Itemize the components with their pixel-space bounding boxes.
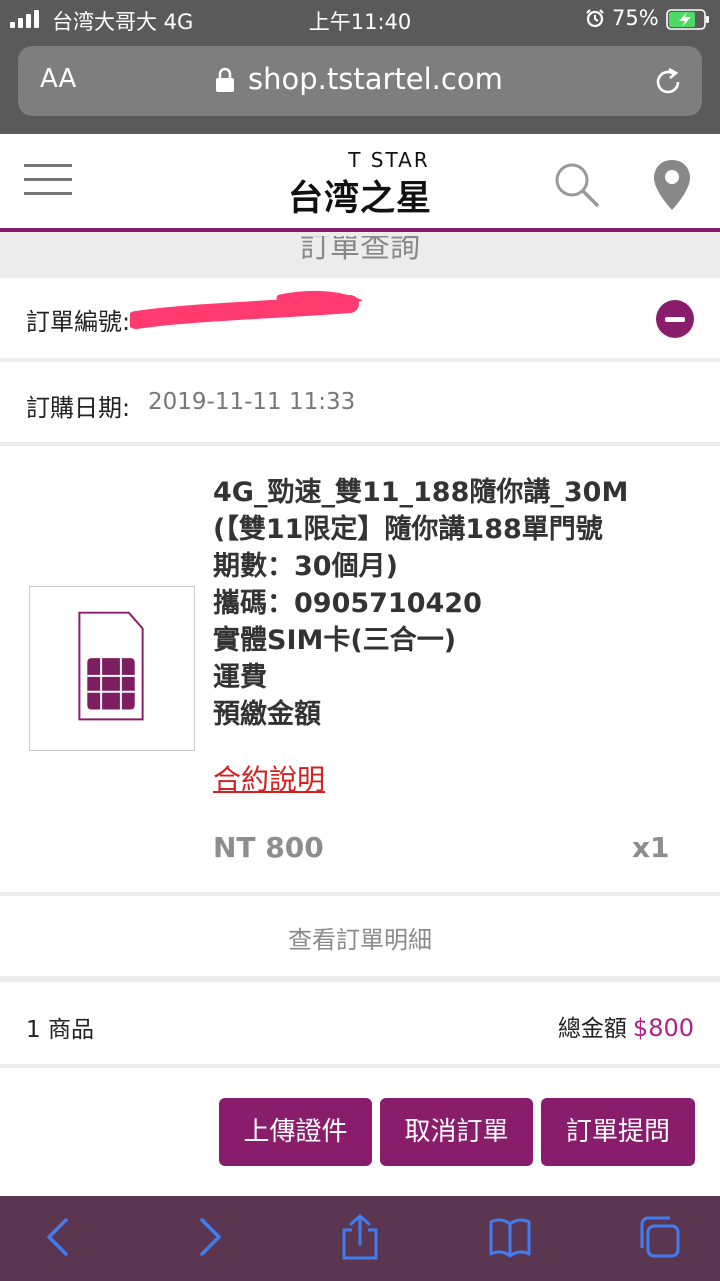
- text-size-button[interactable]: AA: [40, 64, 76, 94]
- tabs-icon[interactable]: [638, 1214, 682, 1260]
- order-date-label: 訂購日期:: [26, 394, 131, 422]
- order-date-value: 2019-11-11 11:33: [148, 389, 356, 415]
- lock-icon: [216, 67, 234, 92]
- product-description: 4G_勁速_雙11_188隨你講_30M (【雙11限定】隨你講188單門號 期…: [213, 474, 693, 733]
- cancel-order-button[interactable]: 取消訂單: [380, 1098, 533, 1166]
- order-actions: 上傳證件 取消訂單 訂單提問: [0, 1068, 720, 1196]
- product-image: [29, 586, 195, 751]
- battery-percent: 75%: [612, 6, 659, 30]
- contract-terms-link[interactable]: 合約說明: [213, 758, 325, 798]
- browser-address-area: AA shop.tstartel.com: [0, 40, 720, 134]
- product-price: NT 800: [213, 831, 324, 864]
- alarm-icon: [586, 9, 604, 28]
- url-text[interactable]: shop.tstartel.com: [248, 62, 503, 96]
- product-line: 4G_勁速_雙11_188隨你講_30M: [213, 477, 629, 508]
- upload-documents-button[interactable]: 上傳證件: [219, 1098, 372, 1166]
- site-header: T STAR 台湾之星: [0, 134, 720, 232]
- logo-en: T STAR: [348, 148, 430, 172]
- forward-icon[interactable]: [186, 1214, 230, 1260]
- product-quantity: x1: [632, 831, 670, 864]
- view-order-detail-row[interactable]: 查看訂單明細: [0, 896, 720, 976]
- page-title: 訂單查詢: [300, 236, 420, 265]
- total-amount: $800: [632, 1014, 694, 1042]
- bookmarks-icon[interactable]: [488, 1214, 532, 1260]
- logo-zh: 台湾之星: [287, 179, 432, 219]
- menu-icon[interactable]: [24, 164, 72, 200]
- order-number-label: 訂單編號:: [26, 308, 131, 336]
- reload-icon[interactable]: [652, 66, 684, 98]
- product-line: 期數：30個月): [213, 551, 398, 582]
- battery-charging-icon: [666, 9, 709, 30]
- order-date-row: 訂購日期: 2019-11-11 11:33: [0, 362, 720, 442]
- share-icon[interactable]: [338, 1214, 382, 1260]
- order-total: 總金額 $800: [558, 1009, 694, 1043]
- tstar-logo[interactable]: T STAR 台湾之星: [280, 148, 440, 219]
- address-bar[interactable]: AA shop.tstartel.com: [18, 46, 702, 116]
- order-summary-row: 1 商品 總金額 $800: [0, 982, 720, 1064]
- redaction-mark: [130, 290, 362, 329]
- product-line: (【雙11限定】隨你講188單門號: [213, 514, 603, 545]
- search-icon[interactable]: [552, 160, 602, 210]
- status-bar: 台湾大哥大 4G 上午11:40 75%: [0, 0, 720, 40]
- item-count: 1 商品: [26, 1017, 94, 1043]
- total-label: 總金額: [557, 1016, 627, 1042]
- product-line: 攜碼：0905710420: [213, 588, 482, 619]
- text-size-label: AA: [40, 64, 77, 94]
- product-line: 預繳金額: [213, 699, 321, 730]
- location-pin-icon[interactable]: [652, 158, 692, 212]
- product-card: 4G_勁速_雙11_188隨你講_30M (【雙11限定】隨你講188單門號 期…: [0, 446, 720, 892]
- collapse-toggle-icon[interactable]: [656, 300, 694, 338]
- back-icon[interactable]: [38, 1214, 82, 1260]
- browser-toolbar: [0, 1196, 720, 1281]
- sim-card-icon: [78, 611, 144, 721]
- product-line: 運費: [213, 662, 267, 693]
- view-order-detail-button[interactable]: 查看訂單明細: [0, 920, 720, 955]
- product-line: 實體SIM卡(三合一): [213, 625, 457, 656]
- page-title-area: 訂單查詢: [0, 236, 720, 276]
- order-inquiry-button[interactable]: 訂單提問: [541, 1098, 695, 1166]
- order-number-row[interactable]: 訂單編號:: [0, 278, 720, 358]
